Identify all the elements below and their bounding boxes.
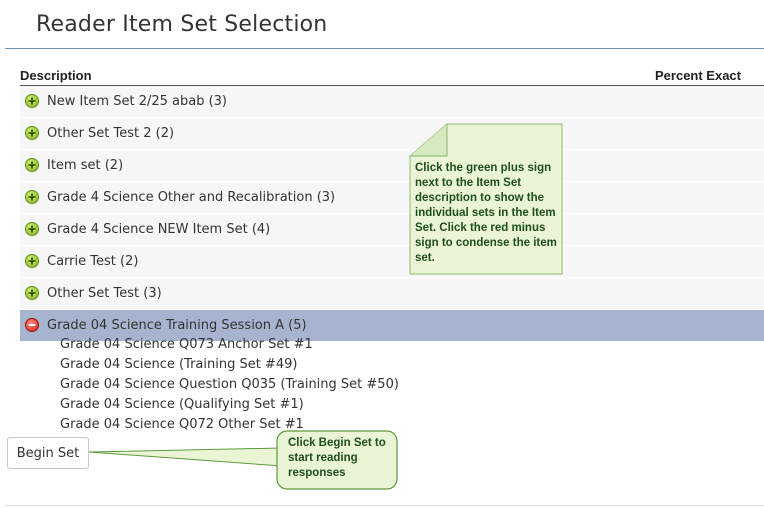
help-callout-begin: Click Begin Set to start reading respons… (276, 430, 398, 490)
help-callout-expand-text: Click the green plus sign next to the It… (415, 162, 557, 264)
help-callout-begin-text: Click Begin Set to start reading respons… (288, 437, 386, 479)
help-callout-expand: Click the green plus sign next to the It… (409, 123, 563, 275)
bottom-divider (5, 505, 764, 506)
